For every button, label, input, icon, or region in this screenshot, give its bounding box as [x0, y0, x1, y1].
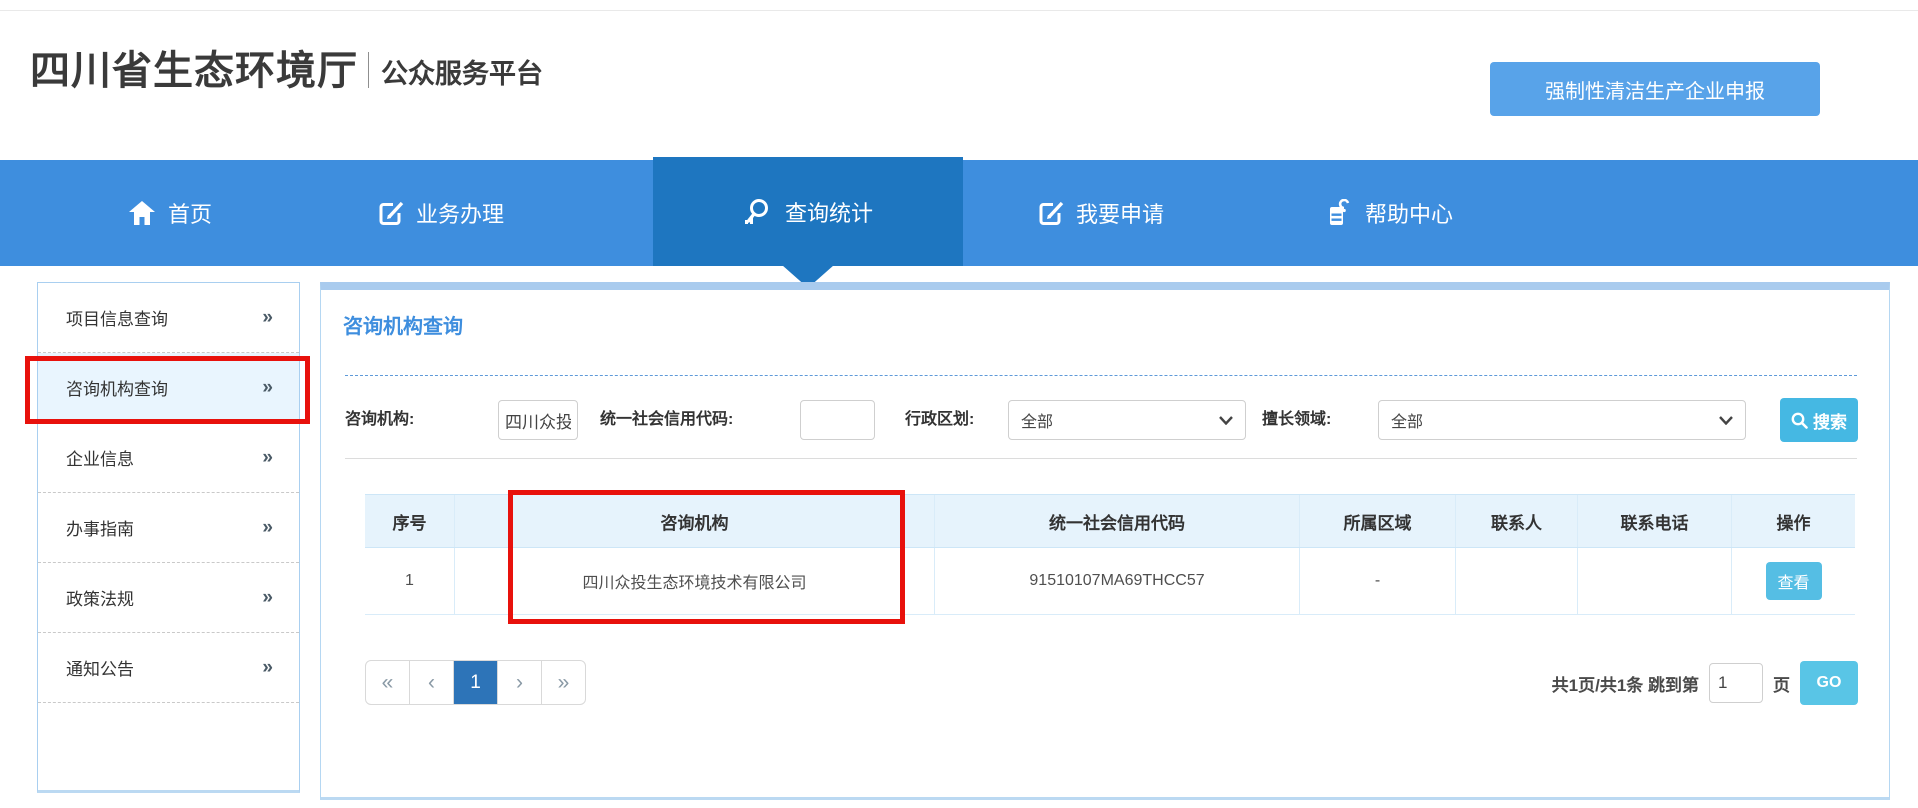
site-brand: 四川省生态环境厅 公众服务平台	[30, 38, 543, 96]
org-label: 咨询机构:	[345, 400, 414, 440]
sidebar-item-label: 政策法规	[66, 585, 134, 610]
nav-item-label: 帮助中心	[1365, 197, 1453, 229]
help-center-icon	[1325, 199, 1353, 227]
nav-item-label: 首页	[168, 197, 212, 229]
region-select-value: 全部	[1021, 408, 1053, 432]
site-title: 四川省生态环境厅	[30, 38, 358, 96]
double-chevron-right-icon: »	[262, 657, 273, 679]
consulting-org-query-panel: 咨询机构查询 咨询机构: 统一社会信用代码: 行政区划: 全部 擅长领域: 全部…	[320, 282, 1890, 800]
cleaner-production-apply-button[interactable]: 强制性清洁生产企业申报	[1490, 62, 1820, 116]
consulting-org-table: 序号 咨询机构 统一社会信用代码 所属区域 联系人 联系电话 操作 1 四川众投…	[365, 494, 1855, 615]
top-divider	[0, 10, 1918, 11]
brand-divider	[368, 52, 369, 88]
sidebar-item-label: 咨询机构查询	[66, 375, 168, 400]
cell-index: 1	[365, 548, 455, 614]
apply-edit-icon	[1038, 200, 1064, 226]
org-input[interactable]	[498, 400, 578, 440]
home-icon	[128, 200, 156, 226]
field-select[interactable]: 全部	[1378, 400, 1746, 440]
nav-item-label: 业务办理	[416, 197, 504, 229]
cell-region: -	[1300, 548, 1456, 614]
region-select[interactable]: 全部	[1008, 400, 1246, 440]
pagination-first-button[interactable]: «	[365, 660, 410, 705]
nav-item-label: 查询统计	[785, 196, 873, 228]
page-suffix-label: 页	[1773, 671, 1790, 696]
region-label: 行政区划:	[905, 400, 974, 440]
field-select-value: 全部	[1391, 408, 1423, 432]
cell-credit-code: 91510107MA69THCC57	[935, 548, 1300, 614]
sidebar-item-label: 企业信息	[66, 445, 134, 470]
col-header-org: 咨询机构	[455, 495, 935, 547]
nav-item-label: 我要申请	[1076, 197, 1164, 229]
nav-item-help[interactable]: 帮助中心	[1325, 160, 1453, 266]
cell-contact	[1456, 548, 1578, 614]
sidebar-item-enterprise-info[interactable]: 企业信息 »	[38, 423, 299, 493]
site-subtitle: 公众服务平台	[381, 52, 543, 91]
search-icon	[1791, 412, 1808, 429]
page-title: 咨询机构查询	[343, 310, 463, 339]
sidebar-item-label: 通知公告	[66, 655, 134, 680]
sidebar-item-notices[interactable]: 通知公告 »	[38, 633, 299, 703]
credit-code-label: 统一社会信用代码:	[600, 400, 733, 440]
pagination-next-button[interactable]: ›	[497, 660, 542, 705]
col-header-action: 操作	[1732, 495, 1855, 547]
pagination-summary: 共1页/共1条 跳到第	[1552, 671, 1699, 696]
go-button[interactable]: GO	[1800, 661, 1858, 705]
cell-action: 查看	[1732, 548, 1855, 614]
col-header-contact: 联系人	[1456, 495, 1578, 547]
dashed-divider	[345, 375, 1857, 376]
sidebar-item-project-info-query[interactable]: 项目信息查询 »	[38, 283, 299, 353]
sidebar-item-consulting-org-query[interactable]: 咨询机构查询 »	[38, 353, 299, 423]
nav-item-apply[interactable]: 我要申请	[1038, 160, 1164, 266]
col-header-credit-code: 统一社会信用代码	[935, 495, 1300, 547]
sidebar-item-policies[interactable]: 政策法规 »	[38, 563, 299, 633]
main-navbar: 首页 业务办理 查询统计 我要申请 帮助中心	[0, 160, 1918, 266]
nav-item-query-stats[interactable]: 查询统计	[653, 157, 963, 266]
chevron-down-icon	[1219, 416, 1233, 425]
sidebar-item-label: 项目信息查询	[66, 305, 168, 330]
page: 四川省生态环境厅 公众服务平台 强制性清洁生产企业申报 首页 业务办理 查询统计	[0, 0, 1918, 808]
col-header-phone: 联系电话	[1578, 495, 1732, 547]
double-chevron-right-icon: »	[262, 377, 273, 399]
double-chevron-right-icon: »	[262, 517, 273, 539]
field-label: 擅长领域:	[1262, 400, 1331, 440]
sidebar-item-label: 办事指南	[66, 515, 134, 540]
chevron-down-icon	[1719, 416, 1733, 425]
cell-phone	[1578, 548, 1732, 614]
nav-item-home[interactable]: 首页	[128, 160, 212, 266]
view-button[interactable]: 查看	[1766, 562, 1822, 600]
pagination: « ‹ 1 › »	[365, 660, 586, 705]
double-chevron-right-icon: »	[262, 447, 273, 469]
pagination-last-button[interactable]: »	[541, 660, 586, 705]
business-edit-icon	[378, 200, 404, 226]
nav-item-business[interactable]: 业务办理	[378, 160, 504, 266]
double-chevron-right-icon: »	[262, 587, 273, 609]
pagination-prev-button[interactable]: ‹	[409, 660, 454, 705]
search-button[interactable]: 搜索	[1780, 398, 1858, 442]
pagination-info: 共1页/共1条 跳到第 页 GO	[1552, 661, 1858, 705]
sidebar-item-service-guide[interactable]: 办事指南 »	[38, 493, 299, 563]
credit-code-input[interactable]	[800, 400, 875, 440]
col-header-index: 序号	[365, 495, 455, 547]
table-header-row: 序号 咨询机构 统一社会信用代码 所属区域 联系人 联系电话 操作	[365, 494, 1855, 548]
double-chevron-right-icon: »	[262, 307, 273, 329]
table-row: 1 四川众投生态环境技术有限公司 91510107MA69THCC57 - 查看	[365, 548, 1855, 615]
form-table-divider	[345, 458, 1857, 459]
pagination-page-1-button[interactable]: 1	[453, 660, 498, 705]
search-stats-icon	[743, 198, 773, 226]
sidebar-menu: 项目信息查询 » 咨询机构查询 » 企业信息 » 办事指南 » 政策法规 » 通…	[37, 282, 300, 793]
cell-org-name: 四川众投生态环境技术有限公司	[455, 548, 935, 614]
search-button-label: 搜索	[1813, 408, 1847, 433]
page-jump-input[interactable]	[1709, 663, 1763, 703]
col-header-region: 所属区域	[1300, 495, 1456, 547]
